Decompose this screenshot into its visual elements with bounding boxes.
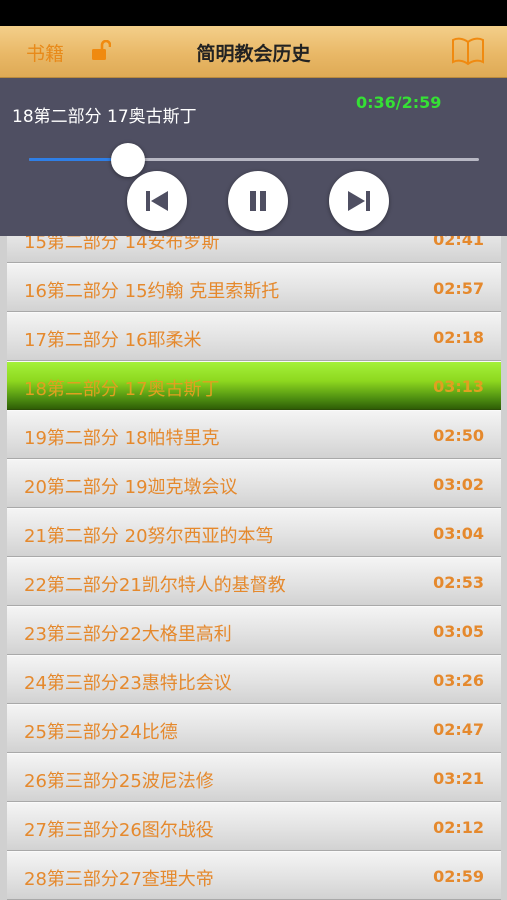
navigation-bar: 书籍 简明教会历史 xyxy=(0,26,507,78)
track-name: 24第三部分23惠特比会议 xyxy=(24,673,232,694)
now-playing-title: 18第二部分 17奥古斯丁 xyxy=(12,107,197,127)
track-name: 17第二部分 16耶柔米 xyxy=(24,330,202,351)
track-duration: 02:57 xyxy=(433,279,484,298)
playback-time: 0:36/2:59 xyxy=(356,93,442,112)
skip-next-icon xyxy=(348,191,370,211)
previous-button[interactable] xyxy=(127,171,187,231)
page-title: 简明教会历史 xyxy=(196,43,311,65)
track-name: 15第二部分 14安布罗斯 xyxy=(24,236,220,253)
track-row[interactable]: 27第三部分26图尔战役 02:12 xyxy=(7,802,501,851)
track-name: 20第二部分 19迦克墩会议 xyxy=(24,477,238,498)
track-duration: 03:02 xyxy=(433,475,484,494)
track-list-items: 15第二部分 14安布罗斯 02:41 16第二部分 15约翰 克里索斯托 02:57… xyxy=(0,236,507,900)
progress-slider-thumb[interactable] xyxy=(111,143,145,177)
track-name: 19第二部分 18帕特里克 xyxy=(24,428,220,449)
next-button[interactable] xyxy=(329,171,389,231)
track-duration: 03:13 xyxy=(433,377,484,396)
track-duration: 02:41 xyxy=(433,236,484,249)
progress-slider[interactable] xyxy=(29,158,479,161)
track-name: 25第三部分24比德 xyxy=(24,722,178,743)
track-duration: 02:59 xyxy=(433,867,484,886)
track-name: 26第三部分25波尼法修 xyxy=(24,771,214,792)
track-row[interactable]: 21第二部分 20努尔西亚的本笃 03:04 xyxy=(7,508,501,557)
track-duration: 03:04 xyxy=(433,524,484,543)
track-row[interactable]: 17第二部分 16耶柔米 02:18 xyxy=(7,312,501,361)
track-row[interactable]: 19第二部分 18帕特里克 02:50 xyxy=(7,410,501,459)
track-name: 16第二部分 15约翰 克里索斯托 xyxy=(24,281,280,302)
open-book-icon[interactable] xyxy=(451,36,485,66)
pause-button[interactable] xyxy=(228,171,288,231)
track-duration: 02:53 xyxy=(433,573,484,592)
track-name: 28第三部分27查理大帝 xyxy=(24,869,214,890)
track-duration: 03:21 xyxy=(433,769,484,788)
track-list: 15第二部分 14安布罗斯 02:41 16第二部分 15约翰 克里索斯托 02:57… xyxy=(0,236,507,900)
track-row[interactable]: 28第三部分27查理大帝 02:59 xyxy=(7,851,501,900)
track-row[interactable]: 25第三部分24比德 02:47 xyxy=(7,704,501,753)
track-name: 22第二部分21凯尔特人的基督教 xyxy=(24,575,286,596)
track-duration: 02:50 xyxy=(433,426,484,445)
pause-icon xyxy=(250,191,266,211)
track-name: 23第三部分22大格里高利 xyxy=(24,624,232,645)
audio-player: 18第二部分 17奥古斯丁 0:36/2:59 xyxy=(0,78,507,236)
track-row[interactable]: 16第二部分 15约翰 克里索斯托 02:57 xyxy=(7,263,501,312)
track-duration: 03:26 xyxy=(433,671,484,690)
track-row[interactable]: 22第二部分21凯尔特人的基督教 02:53 xyxy=(7,557,501,606)
track-row[interactable]: 20第二部分 19迦克墩会议 03:02 xyxy=(7,459,501,508)
track-row[interactable]: 26第三部分25波尼法修 03:21 xyxy=(7,753,501,802)
track-duration: 02:12 xyxy=(433,818,484,837)
track-name: 27第三部分26图尔战役 xyxy=(24,820,214,841)
track-row[interactable]: 23第三部分22大格里高利 03:05 xyxy=(7,606,501,655)
track-row[interactable]: 15第二部分 14安布罗斯 02:41 xyxy=(7,236,501,263)
status-bar xyxy=(0,0,507,26)
skip-previous-icon xyxy=(146,191,168,211)
track-duration: 03:05 xyxy=(433,622,484,641)
track-duration: 02:47 xyxy=(433,720,484,739)
track-row-active[interactable]: 18第二部分 17奥古斯丁 03:13 xyxy=(7,361,501,410)
track-name: 21第二部分 20努尔西亚的本笃 xyxy=(24,526,274,547)
track-duration: 02:18 xyxy=(433,328,484,347)
track-name: 18第二部分 17奥古斯丁 xyxy=(24,379,220,400)
track-row[interactable]: 24第三部分23惠特比会议 03:26 xyxy=(7,655,501,704)
